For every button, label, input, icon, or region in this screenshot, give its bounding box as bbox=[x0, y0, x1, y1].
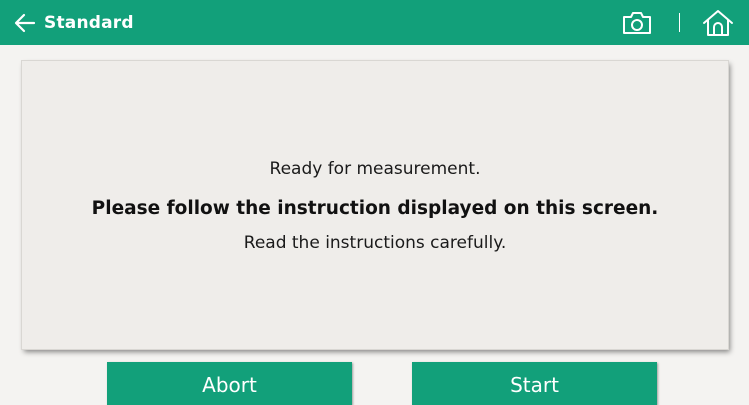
page-title: Standard bbox=[44, 13, 134, 33]
instruction-message: Please follow the instruction displayed … bbox=[91, 198, 659, 219]
home-icon bbox=[703, 10, 733, 36]
start-button[interactable]: Start bbox=[412, 362, 657, 405]
hint-message: Read the instructions carefully. bbox=[243, 233, 507, 253]
status-message: Ready for measurement. bbox=[269, 159, 481, 179]
header-divider bbox=[679, 13, 680, 32]
header-bar: Standard bbox=[0, 0, 749, 45]
message-panel: Ready for measurement. Please follow the… bbox=[22, 61, 728, 349]
camera-button[interactable] bbox=[619, 8, 655, 38]
home-button[interactable] bbox=[701, 7, 735, 39]
camera-icon bbox=[623, 12, 651, 34]
abort-button[interactable]: Abort bbox=[107, 362, 352, 405]
back-button[interactable]: Standard bbox=[14, 8, 134, 38]
arrow-left-icon bbox=[14, 13, 36, 33]
